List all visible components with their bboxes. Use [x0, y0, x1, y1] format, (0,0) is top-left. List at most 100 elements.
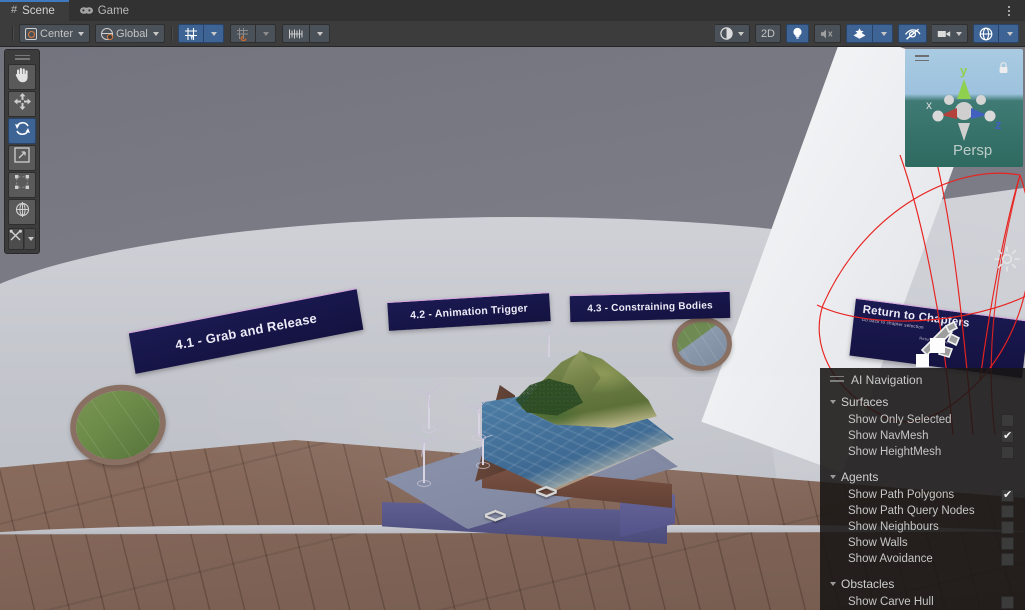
option-show-path-query-nodes[interactable]: Show Path Query Nodes [820, 503, 1025, 519]
2d-label: 2D [760, 27, 775, 40]
checkbox[interactable] [1001, 595, 1014, 609]
checkbox[interactable] [1001, 429, 1014, 443]
turbine-blade [427, 393, 431, 409]
snap-increment-group [281, 24, 330, 43]
option-show-carve-hull[interactable]: Show Carve Hull [820, 594, 1025, 610]
hand-tool[interactable] [8, 63, 36, 90]
option-show-neighbours[interactable]: Show Neighbours [820, 519, 1025, 535]
option-label: Show NavMesh [848, 430, 929, 442]
scale-tool[interactable] [8, 144, 36, 171]
wrench-screwdriver-icon [9, 229, 23, 248]
group-header-surfaces[interactable]: Surfaces [820, 392, 1025, 412]
custom-tool-dropdown[interactable] [25, 227, 36, 250]
gizmos-toggle[interactable] [973, 24, 999, 43]
option-show-only-selected[interactable]: Show Only Selected [820, 412, 1025, 428]
nav-arrow-left[interactable]: <> [484, 503, 507, 529]
transform-icon [14, 201, 31, 223]
tab-game[interactable]: Game [68, 0, 144, 21]
scene-label-text: 4.2 - Animation Trigger [409, 302, 529, 322]
gizmos-group [973, 24, 1019, 43]
checkbox[interactable] [1001, 504, 1014, 518]
turbine-base [417, 480, 431, 487]
group-header-obstacles[interactable]: Obstacles [820, 574, 1025, 594]
option-label: Show Path Polygons [848, 489, 955, 501]
svg-text:Y: Y [189, 32, 194, 41]
turbine-blade [411, 433, 425, 444]
checkbox[interactable] [1001, 488, 1014, 502]
custom-tool[interactable] [8, 227, 24, 250]
grid-snapping-toggle[interactable] [229, 24, 256, 43]
grid-snapping-dropdown[interactable] [255, 24, 276, 43]
move-tool[interactable] [8, 90, 36, 117]
tab-scene[interactable]: # Scene [0, 0, 69, 21]
chevron-down-icon [1006, 31, 1013, 36]
rect-transform-icon [14, 174, 30, 195]
option-show-path-polygons[interactable]: Show Path Polygons [820, 487, 1025, 503]
eye-hidden-icon [904, 28, 921, 40]
option-show-navmesh[interactable]: Show NavMesh [820, 428, 1025, 444]
projection-mode-label[interactable]: Persp [953, 142, 992, 159]
fx-dropdown[interactable] [873, 24, 893, 43]
palette-drag-handle[interactable] [8, 53, 36, 64]
turbine-blade [547, 334, 549, 345]
chevron-down-icon [880, 31, 887, 36]
ai-navigation-header[interactable]: AI Navigation [820, 371, 1025, 392]
wind-turbine [411, 433, 437, 487]
scale-icon [14, 147, 30, 168]
grid-visibility-toggle[interactable]: Y [177, 24, 204, 43]
option-show-walls[interactable]: Show Walls [820, 535, 1025, 551]
group-header-agents[interactable]: Agents [820, 467, 1025, 487]
nav-arrow-right[interactable]: <> [535, 479, 558, 505]
scene-visibility-toggle[interactable] [898, 24, 927, 43]
more-options-icon[interactable] [1001, 2, 1017, 20]
rotate-tool[interactable] [8, 117, 36, 144]
checkbox[interactable] [1001, 445, 1014, 459]
lighting-toggle[interactable] [786, 24, 809, 43]
fx-toggle[interactable] [846, 24, 873, 43]
pivot-mode-dropdown[interactable]: Center [19, 24, 91, 43]
grid-visibility-group: Y [177, 24, 224, 43]
svg-text:x: x [926, 98, 932, 112]
group-label: Obstacles [841, 577, 895, 591]
scene-orientation-gizmo[interactable]: y x z Persp [905, 49, 1023, 167]
render-mode-button[interactable] [714, 24, 750, 43]
turbine-base [476, 462, 490, 469]
drag-handle-icon[interactable] [830, 375, 844, 385]
handle-rotation-label: Global [116, 27, 148, 40]
scene-label-4-3[interactable]: 4.3 - Constraining Bodies [569, 290, 731, 323]
option-show-heightmesh[interactable]: Show HeightMesh [820, 444, 1025, 460]
ai-navigation-title: AI Navigation [851, 373, 923, 387]
custom-tool-group [8, 227, 36, 250]
option-show-avoidance[interactable]: Show Avoidance [820, 551, 1025, 567]
snap-increment-dropdown[interactable] [309, 24, 330, 43]
tab-game-label: Game [97, 4, 130, 17]
scene-camera-button[interactable] [932, 24, 968, 43]
checkbox[interactable] [1001, 552, 1014, 566]
grid-visibility-dropdown[interactable] [203, 24, 224, 43]
gamepad-icon [79, 6, 93, 15]
option-label: Show Neighbours [848, 521, 939, 533]
checkbox[interactable] [1001, 520, 1014, 534]
terrain-diorama[interactable]: <> <> [370, 329, 715, 597]
pivot-center-icon [25, 27, 37, 40]
rect-tool[interactable] [8, 171, 36, 198]
audio-toggle[interactable] [814, 24, 841, 43]
fx-group [846, 24, 893, 43]
chevron-down-icon [211, 31, 218, 36]
move-arrows-icon [13, 92, 31, 115]
chevron-down-icon [263, 31, 270, 36]
grid-axis-y-icon: Y [184, 27, 198, 41]
handle-rotation-dropdown[interactable]: Global [95, 24, 165, 43]
ai-navigation-overlay-panel[interactable]: AI Navigation Surfaces Show Only Selecte… [820, 368, 1025, 610]
wind-turbine [547, 329, 557, 357]
rotate-handle-icon[interactable] [908, 312, 970, 374]
camera-icon [937, 29, 951, 39]
checkbox[interactable] [1001, 536, 1014, 550]
transform-tool[interactable] [8, 198, 36, 225]
snap-increment-toggle[interactable] [281, 24, 310, 43]
hand-icon [14, 66, 30, 88]
2d-mode-toggle[interactable]: 2D [754, 24, 781, 43]
checkbox[interactable] [1001, 413, 1014, 427]
gizmos-dropdown[interactable] [999, 24, 1019, 43]
